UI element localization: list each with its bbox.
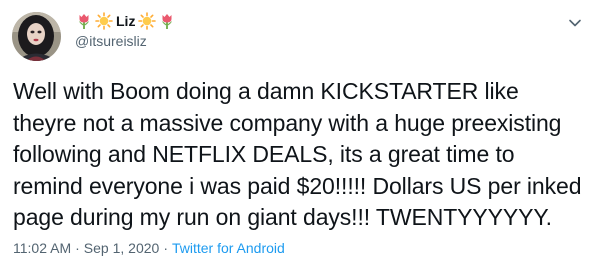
tweet-source-link[interactable]: Twitter for Android (172, 240, 285, 256)
tweet-text: Well with Boom doing a damn KICKSTARTER … (13, 78, 582, 230)
tweet-date[interactable]: Sep 1, 2020 (84, 240, 160, 256)
sun-icon (95, 12, 113, 30)
tulip-icon (158, 12, 176, 30)
author-name-line[interactable]: Liz (75, 10, 176, 32)
sun-icon (138, 12, 157, 30)
tweet-card: Liz @itsureisliz Well with Boom doing a … (0, 0, 598, 271)
tweet-time[interactable]: 11:02 AM (13, 240, 71, 256)
meta-separator: · (75, 240, 80, 256)
chevron-down-icon[interactable] (566, 14, 584, 32)
avatar[interactable] (12, 12, 61, 61)
meta-separator: · (163, 240, 168, 256)
user-handle[interactable]: @itsureisliz (75, 33, 147, 49)
tulip-icon (75, 12, 93, 30)
tweet-meta: 11:02 AM · Sep 1, 2020 · Twitter for And… (13, 240, 285, 256)
display-name[interactable]: Liz (116, 13, 135, 29)
